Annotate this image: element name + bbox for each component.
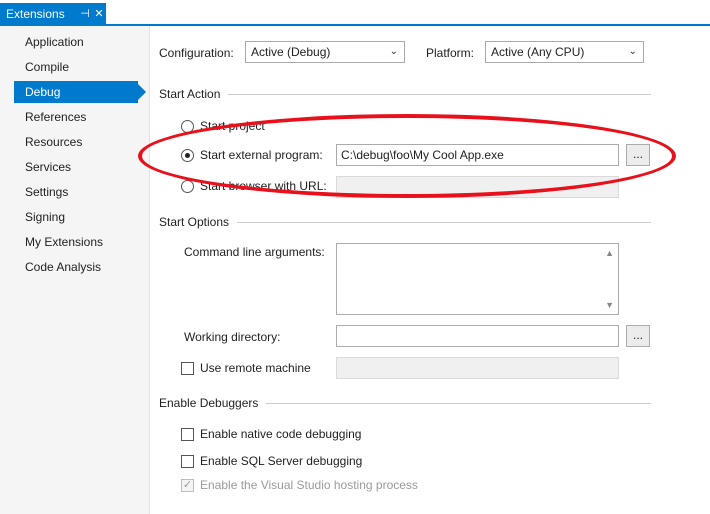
external-program-path-input[interactable]: C:\debug\foo\My Cool App.exe [336,144,619,166]
tab-label: Extensions [6,6,65,21]
command-line-arguments-input[interactable]: ▲ ▼ [336,243,619,315]
pin-icon[interactable]: ⊣ [78,7,92,20]
section-divider [159,94,651,95]
browser-url-input[interactable] [336,176,619,198]
start-action-title: Start Action [159,87,229,101]
working-directory-input[interactable] [336,325,619,347]
extensions-document-tab[interactable]: Extensions ⊣ ✕ [0,3,106,24]
nav-item-settings[interactable]: Settings [14,181,138,203]
sql-debugging-label: Enable SQL Server debugging [200,454,363,468]
nav-item-services[interactable]: Services [14,156,138,178]
nav-item-code-analysis[interactable]: Code Analysis [14,256,138,278]
enable-debuggers-title: Enable Debuggers [159,396,267,410]
working-directory-browse-button[interactable]: ... [626,325,650,347]
native-debugging-checkbox[interactable] [181,428,194,441]
nav-item-application[interactable]: Application [14,31,138,53]
property-pages-nav: Application Compile Debug References Res… [0,26,150,514]
scroll-up-icon[interactable]: ▲ [605,248,614,258]
start-project-label: Start project [200,119,265,133]
close-icon[interactable]: ✕ [92,7,106,20]
use-remote-machine-checkbox[interactable] [181,362,194,375]
nav-item-references[interactable]: References [14,106,138,128]
configuration-select[interactable]: Active (Debug) ⌄ [245,41,405,63]
command-line-arguments-label: Command line arguments: [184,245,325,259]
start-project-radio[interactable] [181,120,194,133]
external-program-browse-button[interactable]: ... [626,144,650,166]
configuration-label: Configuration: [159,46,234,60]
platform-value: Active (Any CPU) [491,45,585,59]
chevron-down-icon: ⌄ [389,46,398,57]
nav-item-compile[interactable]: Compile [14,56,138,78]
platform-label: Platform: [426,46,475,60]
start-options-title: Start Options [159,215,238,229]
scroll-down-icon[interactable]: ▼ [605,300,614,310]
chevron-down-icon: ⌄ [628,46,637,57]
hosting-process-checkbox[interactable]: ✓ [181,479,194,492]
nav-item-my-extensions[interactable]: My Extensions [14,231,138,253]
native-debugging-label: Enable native code debugging [200,427,362,441]
start-external-program-radio[interactable] [181,149,194,162]
working-directory-label: Working directory: [184,330,281,344]
platform-select[interactable]: Active (Any CPU) ⌄ [485,41,644,63]
sql-debugging-checkbox[interactable] [181,455,194,468]
nav-item-signing[interactable]: Signing [14,206,138,228]
document-tab-strip: Extensions ⊣ ✕ [0,0,710,26]
hosting-process-label: Enable the Visual Studio hosting process [200,478,418,492]
nav-item-debug[interactable]: Debug [14,81,146,103]
start-browser-label: Start browser with URL: [200,179,327,193]
nav-item-resources[interactable]: Resources [14,131,138,153]
use-remote-machine-label: Use remote machine [200,361,311,375]
remote-machine-input[interactable] [336,357,619,379]
configuration-value: Active (Debug) [251,45,331,59]
start-external-program-label: Start external program: [200,148,323,162]
start-browser-radio[interactable] [181,180,194,193]
